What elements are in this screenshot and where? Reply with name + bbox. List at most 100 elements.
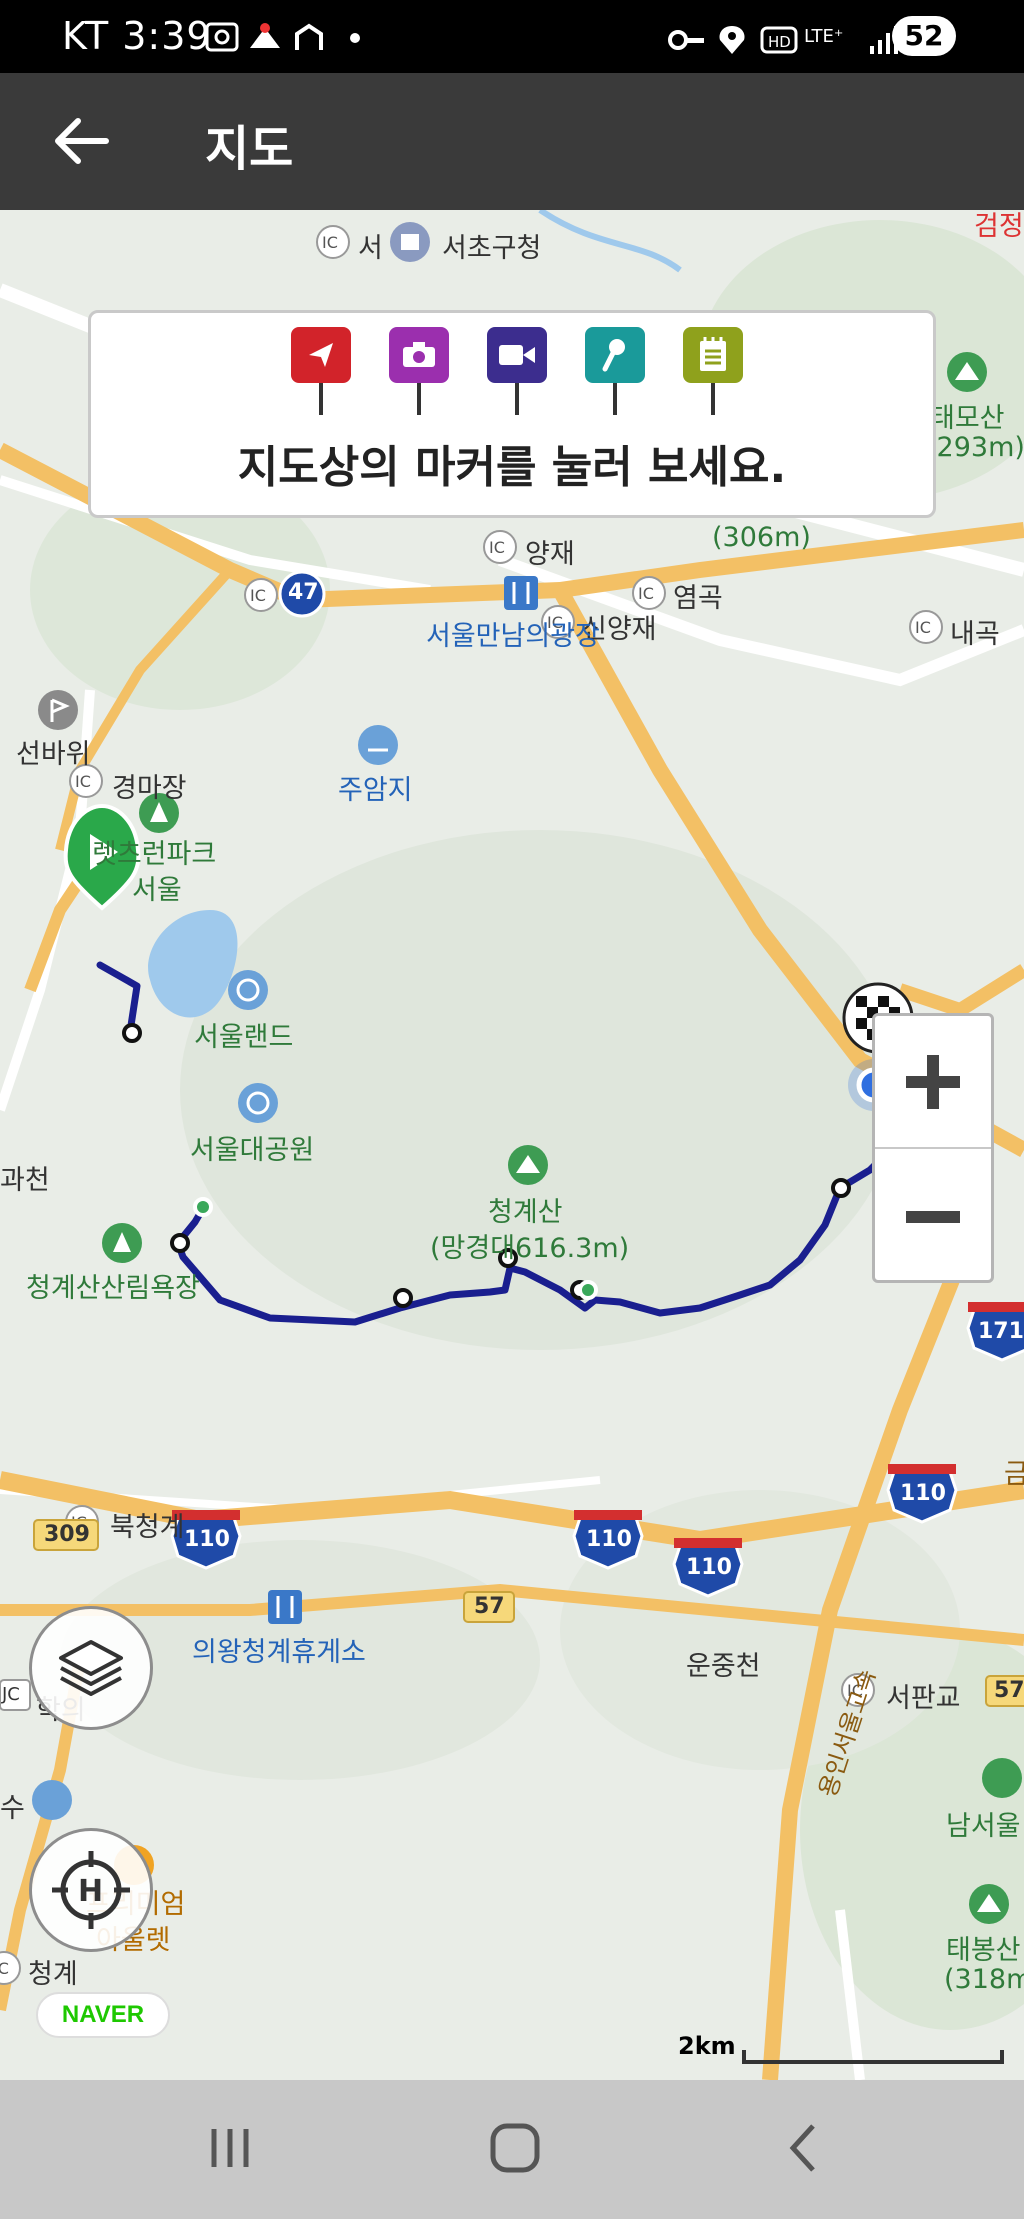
map-label: 의왕청계휴게소: [192, 1637, 366, 1668]
waypoint: [578, 1280, 598, 1300]
status-bar: KT 3:39 HD LTE⁺ 52: [0, 0, 1024, 73]
map-label: 선바위: [16, 739, 91, 770]
key-icon: [668, 30, 688, 50]
route-number: 57: [994, 1678, 1024, 1703]
map-label: 태봉산: [946, 1935, 1021, 1966]
map-label: 태모산: [930, 403, 1005, 434]
map-label: 양재: [525, 539, 575, 570]
camera-marker-icon: [389, 327, 449, 427]
locate-home-button[interactable]: H: [29, 1828, 153, 1952]
marker-hint-banner: 지도상의 마커를 눌러 보세요.: [88, 310, 936, 518]
golf-icon: [982, 1758, 1022, 1798]
route-number: 47: [288, 580, 319, 605]
map-label: 운중천: [686, 1651, 761, 1682]
carrier-time: KT 3:39: [62, 14, 212, 58]
map-label: 과천: [0, 1165, 50, 1196]
svg-text:IC: IC: [489, 538, 505, 557]
ferris-wheel-icon: [238, 1083, 278, 1123]
lte-icon: LTE⁺: [804, 26, 843, 47]
route-number: 110: [184, 1527, 230, 1552]
notification-icons: [205, 20, 365, 64]
zoom-out-button[interactable]: [875, 1150, 991, 1283]
map-label: JC: [2, 1684, 20, 1705]
page-title: 지도: [205, 121, 294, 177]
waypoint: [831, 1178, 851, 1198]
building-icon: [390, 222, 430, 262]
photo-icon: [205, 22, 239, 52]
map-label: 서울대공원: [190, 1135, 315, 1166]
scale-label: 2km: [678, 2032, 736, 2060]
dot-icon: [350, 33, 360, 43]
video-marker-icon: [487, 327, 547, 427]
app-bar: 지도: [0, 73, 1024, 210]
mic-marker-icon: [585, 327, 645, 427]
mountain-icon: [969, 1884, 1009, 1924]
map-label: 서울만남의광장: [426, 621, 600, 652]
zoom-in-button[interactable]: [875, 1016, 991, 1149]
map-label: 염곡: [673, 583, 723, 614]
waypoint: [122, 1023, 142, 1043]
waypoint: [393, 1288, 413, 1308]
map-label: 서울: [132, 875, 182, 906]
svg-text:IC: IC: [250, 586, 266, 605]
mountain-icon: [508, 1145, 548, 1185]
map-label: 금: [1004, 1459, 1024, 1490]
crosshair-home-icon: H: [52, 1851, 130, 1929]
mountain-icon: [947, 352, 987, 392]
banner-message: 지도상의 마커를 눌러 보세요.: [237, 442, 787, 493]
map-label: (293m): [926, 432, 1024, 463]
map-label: 청계산: [488, 1197, 563, 1228]
svg-text:IC: IC: [915, 618, 931, 637]
water-icon: [32, 1780, 72, 1820]
route-number: 110: [900, 1481, 946, 1506]
home-button[interactable]: [475, 2118, 555, 2178]
system-nav-bar: [0, 2080, 1024, 2219]
map-label: 수: [0, 1793, 25, 1824]
map-label: 남서울: [946, 1811, 1021, 1842]
nav-back-button[interactable]: [764, 2118, 844, 2178]
map-view[interactable]: IC IC IC IC IC IC IC IC IC IC: [0, 210, 1024, 2080]
arrow-left-icon: [55, 118, 109, 164]
minus-icon: [906, 1210, 960, 1223]
map-label: 내곡: [950, 619, 1000, 650]
map-label: 렛츠런파크: [92, 839, 217, 870]
route-number: 57: [474, 1594, 505, 1619]
map-label: 서울랜드: [194, 1022, 294, 1053]
marker-legend: [291, 327, 751, 427]
memo-marker-icon: [683, 327, 743, 427]
water-icon: [358, 725, 398, 765]
ferris-wheel-icon: [228, 970, 268, 1010]
map-label: 서: [358, 233, 383, 264]
map-label: 경마장: [112, 773, 187, 804]
route-number: 171: [978, 1319, 1024, 1344]
back-button[interactable]: [48, 111, 118, 171]
svg-text:HD: HD: [768, 33, 791, 51]
nav-icon: [295, 23, 323, 50]
tree-icon: [102, 1223, 142, 1263]
layers-icon: [59, 1640, 123, 1696]
map-label: 서판교: [886, 1683, 961, 1714]
map-label: 서초구청: [442, 233, 542, 264]
scale-bar: 2km: [678, 2032, 1008, 2068]
signal-icon: [870, 46, 874, 54]
home-icon: [490, 2123, 540, 2173]
waypoint: [170, 1233, 190, 1253]
map-label: (306m): [712, 522, 811, 553]
recents-icon: [211, 2129, 249, 2167]
recents-button[interactable]: [190, 2118, 270, 2178]
zoom-control: [872, 1013, 994, 1283]
scale-line: [742, 2050, 1004, 2064]
plus-icon: [906, 1054, 960, 1109]
back-icon: [789, 2124, 815, 2172]
map-label: 청계: [28, 1959, 78, 1990]
direction-marker-icon: [291, 327, 351, 427]
route-number: 110: [686, 1555, 732, 1580]
flag-icon: [38, 690, 78, 730]
map-label: 청계산산림욕장: [26, 1273, 200, 1304]
restaurant-icon: [504, 576, 538, 610]
map-label: 검정: [974, 211, 1024, 242]
naver-logo: NAVER: [36, 1992, 170, 2038]
map-label: 북청계: [110, 1512, 185, 1543]
layers-button[interactable]: [29, 1606, 153, 1730]
svg-text:IC: IC: [75, 772, 91, 791]
